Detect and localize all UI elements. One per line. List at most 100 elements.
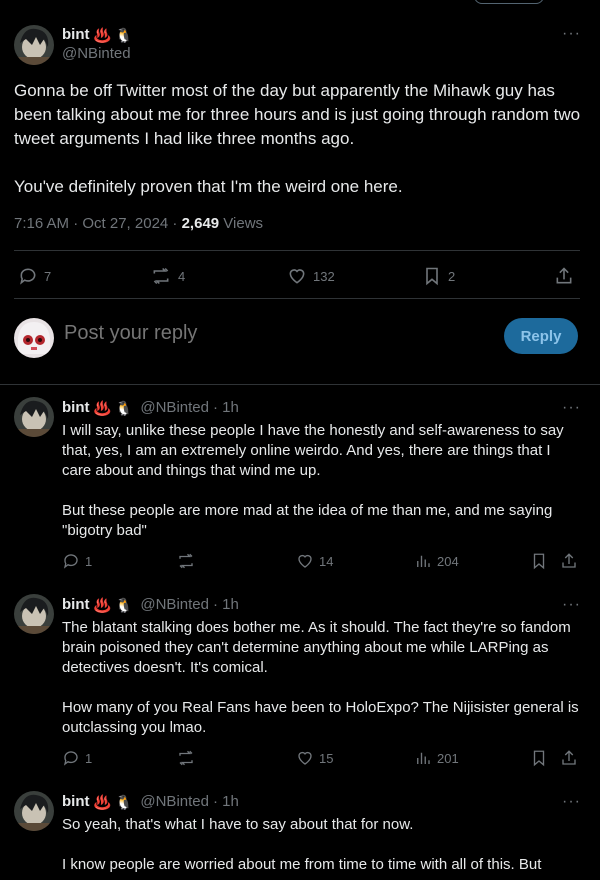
bookmark-icon [426,267,438,286]
more-icon[interactable]: ··· [562,399,581,417]
author-name[interactable]: bint [62,596,90,613]
tweet-paragraph: I know people are worried about me from … [62,856,542,873]
heart-icon [298,751,312,765]
retweet-icon [179,750,193,766]
top-follow-pill[interactable] [474,0,544,4]
tweet-time[interactable]: · 1h [213,793,239,810]
author-name[interactable]: bint [62,793,90,810]
heart-icon [298,554,312,568]
reply-button[interactable]: 7 [18,262,51,290]
hot-springs-emoji: ♨️ [93,399,111,416]
retweet-button[interactable]: 4 [150,262,185,290]
avatar[interactable] [14,791,54,831]
author-handle[interactable]: @NBinted [140,793,209,810]
tweet-text: The blatant stalking does bother me. As … [62,618,582,738]
bookmark-icon [533,750,545,767]
bookmark-count: 2 [448,268,456,284]
reply-count: 7 [44,268,52,284]
reply-button[interactable]: 1 [62,551,92,571]
avatar[interactable] [14,594,54,634]
share-icon [562,553,576,568]
penguin-emoji: 🐧 [114,793,133,810]
like-button[interactable]: 15 [296,748,333,768]
more-icon[interactable]: ··· [562,793,581,811]
hot-springs-emoji: ♨️ [93,596,111,613]
divider [14,298,580,299]
tweet-time[interactable]: 7:16 AM · Oct 27, 2024 · [14,215,182,232]
tweet-text: So yeah, that's what I have to say about… [62,815,582,875]
share-button[interactable] [554,262,574,290]
penguin-emoji: 🐧 [114,26,133,43]
reply-submit-button[interactable]: Reply [504,318,578,354]
hot-springs-emoji: ♨️ [93,793,111,810]
retweet-icon [179,553,193,569]
tweet-text: I will say, unlike these people I have t… [62,421,582,541]
author-handle[interactable]: @NBinted [140,596,209,613]
like-count: 15 [319,750,334,766]
retweet-button[interactable] [176,748,196,768]
share-button[interactable] [560,748,578,768]
views-icon [417,752,430,764]
retweet-icon [153,267,169,285]
reply-icon [20,268,36,285]
tweet-actions: 1 15 201 [62,748,582,768]
reply-composer: Reply [0,300,600,385]
author-handle[interactable]: @NBinted [140,399,209,416]
retweet-count: 4 [178,268,186,284]
views-icon [417,555,430,567]
reply-count: 1 [85,750,93,766]
views-button[interactable]: 204 [414,551,459,571]
views-button[interactable]: 201 [414,748,459,768]
share-icon [556,267,572,284]
penguin-emoji: 🐧 [114,596,133,613]
tweet-actions: 7 4 132 2 [14,262,580,290]
like-count: 132 [313,268,335,284]
tweet-paragraph: So yeah, that's what I have to say about… [62,816,414,833]
author-name[interactable]: bint [62,399,90,416]
bookmark-button[interactable]: 2 [422,262,455,290]
reply-tweet[interactable]: bint ♨️ 🐧 @NBinted · 1h ··· The blatant … [0,582,600,778]
avatar[interactable] [14,25,54,65]
more-icon[interactable]: ··· [562,596,581,614]
like-button[interactable]: 14 [296,551,333,571]
tweet-paragraph: Gonna be off Twitter most of the day but… [14,81,581,148]
like-count: 14 [319,553,334,569]
reply-count: 1 [85,553,93,569]
views-count: 201 [437,750,459,766]
hot-springs-emoji: ♨️ [93,26,111,43]
heart-icon [289,269,305,284]
tweet-time[interactable]: · 1h [213,399,239,416]
tweet-paragraph: I will say, unlike these people I have t… [62,422,564,479]
tweet-time[interactable]: · 1h [213,596,239,613]
tweet-paragraph: How many of you Real Fans have been to H… [62,699,579,736]
reply-button[interactable]: 1 [62,748,92,768]
tweet-text: Gonna be off Twitter most of the day but… [14,79,586,199]
reply-tweet[interactable]: bint ♨️ 🐧 @NBinted · 1h ··· I will say, … [0,385,600,581]
tweet-paragraph: You've definitely proven that I'm the we… [14,177,403,196]
tweet-paragraph: But these people are more mad at the ide… [62,502,553,539]
main-tweet-header: bint ♨️ 🐧 @NBinted ··· [14,25,586,65]
more-icon[interactable]: ··· [562,25,581,43]
reply-input[interactable] [64,322,484,345]
tweet-paragraph: The blatant stalking does bother me. As … [62,619,571,676]
bookmark-button[interactable] [530,748,548,768]
penguin-emoji: 🐧 [114,399,133,416]
views-count: 2,649 [181,215,220,232]
reply-tweet[interactable]: bint ♨️ 🐧 @NBinted · 1h ··· So yeah, tha… [0,779,600,880]
tweet-actions: 1 14 204 [62,551,582,571]
retweet-button[interactable] [176,551,196,571]
like-button[interactable]: 132 [287,262,335,290]
views-label: Views [219,215,264,232]
author-handle[interactable]: @NBinted [62,45,132,62]
reply-icon [63,554,78,569]
author-name[interactable]: bint [62,26,90,43]
tweet-meta: 7:16 AM · Oct 27, 2024 · 2,649 Views [14,215,263,232]
reply-icon [63,751,78,766]
bookmark-button[interactable] [530,551,548,571]
current-user-avatar[interactable] [14,318,54,358]
bookmark-icon [533,553,545,570]
share-button[interactable] [560,551,578,571]
views-count: 204 [437,553,459,569]
share-icon [562,750,576,765]
avatar[interactable] [14,397,54,437]
